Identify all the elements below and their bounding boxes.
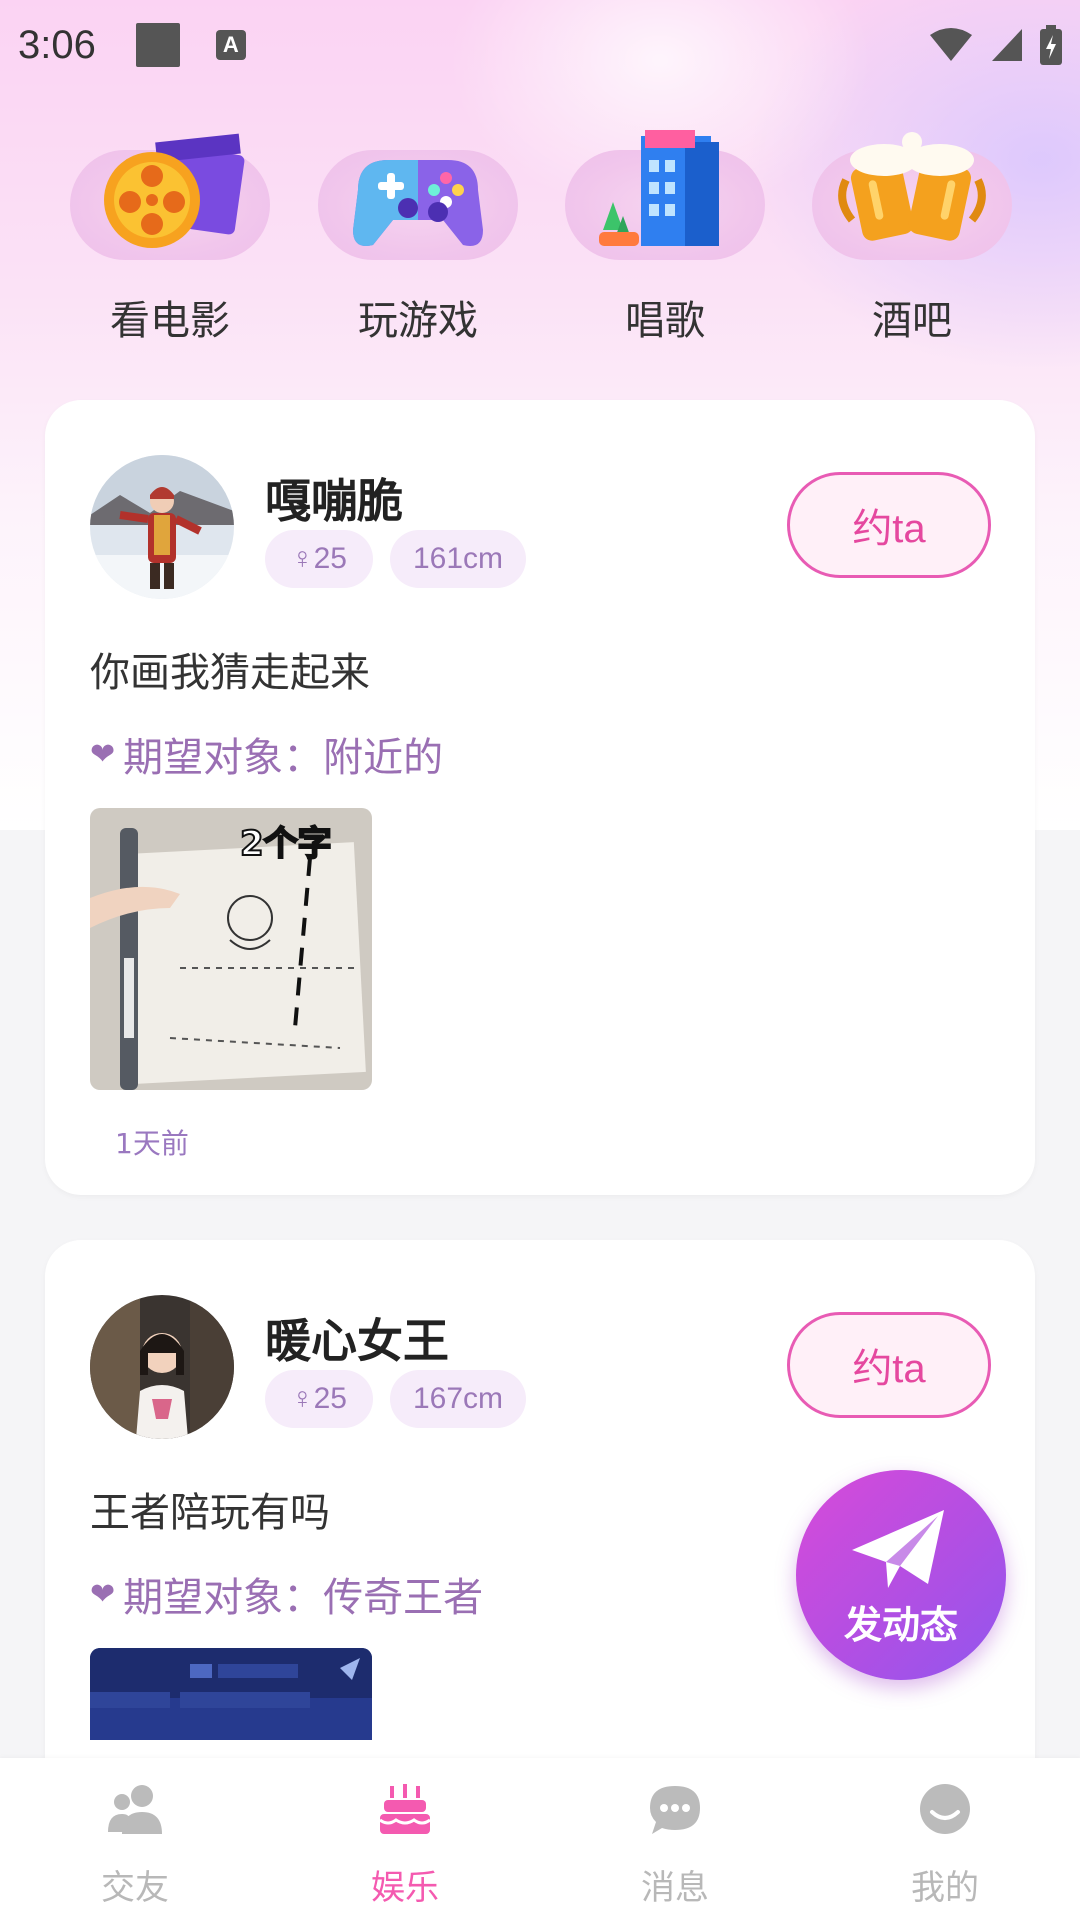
cake-icon (379, 1784, 431, 1834)
nav-label: 交友 (101, 1868, 169, 1908)
category-sing[interactable]: 唱歌 (565, 120, 765, 360)
smiley-icon (920, 1784, 970, 1834)
user-name: 嘎嘣脆 (265, 474, 403, 528)
category-label: 唱歌 (625, 298, 705, 344)
friends-icon (108, 1785, 162, 1834)
expect-target: ❤ 期望对象：传奇王者 (90, 1565, 483, 1623)
age-tag: ♀25 (265, 530, 373, 588)
signal-icon (992, 29, 1022, 61)
post-time: 1天前 (115, 1127, 189, 1160)
category-label: 玩游戏 (358, 298, 478, 344)
height-tag: 161cm (390, 530, 526, 588)
heart-icon: ❤ (90, 736, 116, 772)
paper-plane-icon (852, 1510, 944, 1588)
avatar[interactable] (90, 455, 234, 599)
post-text: 王者陪玩有吗 (90, 1490, 330, 1536)
post-text: 你画我猜走起来 (90, 650, 370, 696)
post-card[interactable]: 嘎嘣脆 ♀25 161cm 约ta 你画我猜走起来 ❤ 期望对象：附近的 2个字… (45, 400, 1035, 1195)
fab-label: 发动态 (843, 1603, 958, 1647)
post-moment-button[interactable]: 发动态 (796, 1470, 1006, 1680)
status-bar: 3:06 A (0, 0, 1080, 90)
category-bar[interactable]: 酒吧 (812, 120, 1012, 360)
wifi-icon (930, 28, 972, 61)
hotel-building-icon (565, 130, 765, 260)
height-tag: 167cm (390, 1370, 526, 1428)
date-button[interactable]: 约ta (787, 472, 991, 578)
beer-mugs-icon (812, 132, 1012, 260)
nav-item-entertainment[interactable]: 娱乐 (270, 1758, 540, 1920)
battery-icon (1040, 25, 1062, 65)
user-name: 暖心女王 (265, 1314, 449, 1368)
notification-icon (135, 23, 180, 67)
category-label: 酒吧 (872, 298, 952, 344)
nav-label: 我的 (911, 1868, 979, 1908)
heart-icon: ❤ (90, 1576, 116, 1612)
chat-bubble-icon (650, 1786, 700, 1834)
nav-label: 消息 (641, 1868, 709, 1908)
category-row: 看电影 玩游戏 唱歌 酒吧 (0, 120, 1080, 360)
photo-caption: 2个字 (239, 823, 333, 865)
avatar[interactable] (90, 1295, 234, 1439)
nav-item-friends[interactable]: 交友 (0, 1758, 270, 1920)
post-photo[interactable]: 2个字 (90, 808, 372, 1090)
gamepad-icon (318, 150, 518, 260)
category-label: 看电影 (110, 298, 230, 344)
age-tag: ♀25 (265, 1370, 373, 1428)
date-button[interactable]: 约ta (787, 1312, 991, 1418)
bottom-nav: 交友 娱乐 消息 我的 (0, 1758, 1080, 1920)
expect-text: 期望对象：传奇王者 (123, 1575, 484, 1621)
movie-reel-icon (70, 133, 270, 260)
category-movie[interactable]: 看电影 (70, 120, 270, 360)
nav-label: 娱乐 (371, 1868, 439, 1908)
expect-text: 期望对象：附近的 (123, 735, 444, 781)
a-icon: A (215, 30, 246, 60)
expect-target: ❤ 期望对象：附近的 (90, 725, 443, 783)
nav-item-mine[interactable]: 我的 (810, 1758, 1080, 1920)
status-time: 3:06 (18, 22, 96, 67)
category-game[interactable]: 玩游戏 (318, 120, 518, 360)
nav-item-messages[interactable]: 消息 (540, 1758, 810, 1920)
post-photo[interactable] (90, 1648, 372, 1740)
